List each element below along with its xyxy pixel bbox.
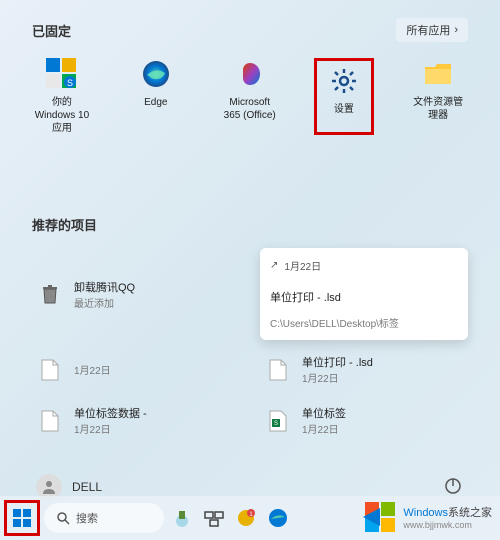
popup-path: C:\Users\DELL\Desktop\标签 <box>270 315 399 330</box>
rec-sub: 最近添加 <box>74 295 135 310</box>
rec-title: 卸载腾讯QQ <box>74 279 135 295</box>
search-placeholder: 搜索 <box>76 510 98 526</box>
chevron-right-icon: › <box>454 24 458 36</box>
rec-item-labeldata[interactable]: 单位标签数据 - 1月22日 <box>32 399 240 442</box>
pinned-header: 已固定 所有应用 › <box>32 18 468 42</box>
watermark-url: www.bjjmwk.com <box>403 520 472 530</box>
taskbar-chat-icon[interactable]: 1 <box>232 504 260 532</box>
app-tile-explorer[interactable]: 文件资源管理器 <box>408 58 468 135</box>
rec-title: 单位标签数据 - <box>74 405 147 421</box>
power-button[interactable] <box>444 477 464 497</box>
folder-icon <box>422 58 454 90</box>
app-tile-m365[interactable]: Microsoft 365 (Office) <box>220 58 280 135</box>
file-icon <box>264 356 292 384</box>
user-name: DELL <box>72 480 102 494</box>
edge-icon <box>140 58 172 90</box>
excel-file-icon: S <box>264 407 292 435</box>
start-button[interactable] <box>4 500 40 536</box>
svg-text:S: S <box>67 78 73 88</box>
pinned-grid: S 你的 Windows 10 应用 Edge Microsoft 365 (O… <box>32 58 468 135</box>
rec-item-file1[interactable]: 1月22日 <box>32 348 240 391</box>
app-tile-win10apps[interactable]: S 你的 Windows 10 应用 <box>32 58 92 135</box>
app-label: 文件资源管理器 <box>408 96 468 122</box>
rec-title: 单位打印 - .lsd <box>302 354 373 370</box>
app-label: 你的 Windows 10 应用 <box>32 96 92 135</box>
app-label: 设置 <box>334 103 354 116</box>
recommended-grid: 卸载腾讯QQ 最近添加 ↗ 1月22日 单位打印 - .lsd C:\Users… <box>32 248 468 442</box>
rec-sub: 1月22日 <box>74 362 111 377</box>
rec-sub: 1月22日 <box>302 421 346 436</box>
rec-item-popup[interactable]: ↗ 1月22日 单位打印 - .lsd C:\Users\DELL\Deskto… <box>260 248 468 340</box>
rec-sub: 1月22日 <box>302 370 373 385</box>
gear-icon <box>328 65 360 97</box>
trash-icon <box>36 280 64 308</box>
all-apps-button[interactable]: 所有应用 › <box>396 18 468 42</box>
rec-item-uninstall-qq[interactable]: 卸载腾讯QQ 最近添加 <box>32 248 240 340</box>
app-label: Microsoft 365 (Office) <box>220 96 280 122</box>
popup-header: ↗ 1月22日 <box>270 258 321 273</box>
rec-item-print[interactable]: 单位打印 - .lsd 1月22日 <box>260 348 468 391</box>
app-tile-settings[interactable]: 设置 <box>314 58 375 135</box>
watermark: Windows系统之家 www.bjjmwk.com <box>363 500 492 534</box>
taskbar-taskview-icon[interactable] <box>200 504 228 532</box>
taskbar-edge-icon[interactable] <box>264 504 292 532</box>
windows-icon <box>12 508 32 528</box>
external-link-icon: ↗ <box>270 260 278 271</box>
app-label: Edge <box>144 96 167 109</box>
search-box[interactable]: 搜索 <box>44 503 164 533</box>
windows-logo-icon <box>363 500 397 534</box>
watermark-brand: Windows系统之家 <box>403 504 492 520</box>
file-icon <box>36 356 64 384</box>
rec-item-label[interactable]: S 单位标签 1月22日 <box>260 399 468 442</box>
popup-date: 1月22日 <box>284 258 321 273</box>
popup-title: 单位打印 - .lsd <box>270 289 341 305</box>
start-menu: 已固定 所有应用 › S 你的 Windows 10 应用 Edge Micro… <box>10 0 490 520</box>
m365-icon <box>234 58 266 90</box>
file-icon <box>36 407 64 435</box>
svg-text:S: S <box>274 421 278 427</box>
win10-apps-icon: S <box>46 58 78 90</box>
app-tile-edge[interactable]: Edge <box>126 58 186 135</box>
rec-title: 单位标签 <box>302 405 346 421</box>
recommended-title: 推荐的项目 <box>32 215 468 234</box>
taskbar-widget-icon[interactable] <box>168 504 196 532</box>
rec-sub: 1月22日 <box>74 421 147 436</box>
pinned-title: 已固定 <box>32 21 71 40</box>
search-icon <box>56 511 70 525</box>
